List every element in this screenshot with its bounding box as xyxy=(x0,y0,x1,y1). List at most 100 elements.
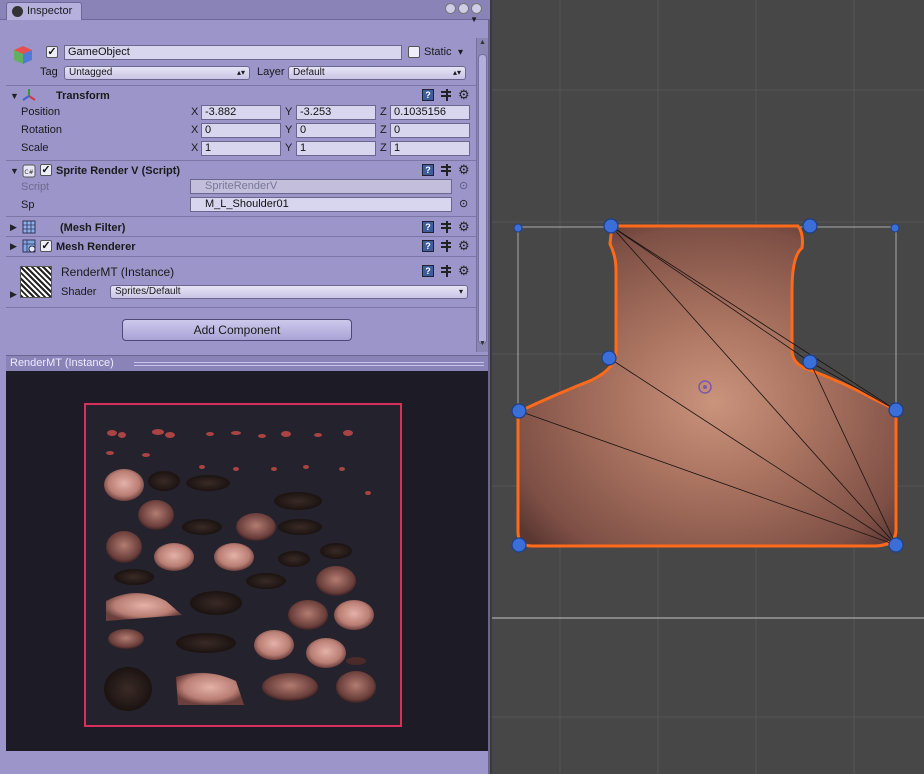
mesh-filter-foldout-icon[interactable]: ▶ xyxy=(10,222,17,233)
scale-x-input[interactable]: 1 xyxy=(201,141,281,156)
add-component-button[interactable]: Add Component xyxy=(122,319,352,341)
sprite-shoulder-mesh[interactable] xyxy=(516,224,898,548)
mesh-renderer-foldout-icon[interactable]: ▶ xyxy=(10,241,17,252)
static-dropdown-icon[interactable]: ▾ xyxy=(458,46,463,59)
script-value: SpriteRenderV xyxy=(205,180,278,192)
preset-icon[interactable] xyxy=(440,265,452,277)
divider xyxy=(6,216,476,217)
tag-label: Tag xyxy=(40,66,58,78)
rotation-label: Rotation xyxy=(21,124,62,136)
gear-icon[interactable]: ⚙ xyxy=(458,163,470,176)
tag-value: Untagged xyxy=(69,67,113,78)
divider xyxy=(6,307,476,308)
axis-x-label: X xyxy=(191,142,199,154)
mesh-filter-icon xyxy=(22,220,36,234)
rotation-x-input[interactable]: 0 xyxy=(201,123,281,138)
position-z-input[interactable]: 0.1035156 xyxy=(390,105,470,120)
vertex-handle xyxy=(603,218,619,234)
sp-object-field[interactable]: M_L_Shoulder01 xyxy=(190,197,452,212)
position-label: Position xyxy=(21,106,61,118)
layer-dropdown[interactable]: Default ▴▾ xyxy=(288,66,466,80)
info-icon xyxy=(12,6,23,17)
mesh-renderer-header-icons: ? ⚙ xyxy=(422,239,470,252)
transform-foldout-icon[interactable]: ▼ xyxy=(10,91,19,101)
material-preview xyxy=(6,371,488,751)
gear-icon[interactable]: ⚙ xyxy=(458,220,470,233)
gear-icon[interactable]: ⚙ xyxy=(458,239,470,252)
static-checkbox[interactable] xyxy=(408,46,420,58)
vertex-handle xyxy=(511,403,527,419)
axis-x-label: X xyxy=(191,124,199,136)
mesh-renderer-enabled-checkbox[interactable]: ✓ xyxy=(40,240,52,252)
tab-inspector-label: Inspector xyxy=(27,5,73,17)
help-icon[interactable]: ? xyxy=(422,164,434,176)
sprite-render-header-icons: ? ⚙ xyxy=(422,163,470,176)
divider xyxy=(6,160,476,161)
scrollbar-thumb[interactable] xyxy=(478,54,487,344)
preset-icon[interactable] xyxy=(440,221,452,233)
gear-icon[interactable]: ⚙ xyxy=(458,264,470,277)
position-y-input[interactable]: -3.253 xyxy=(296,105,376,120)
gameobject-name-input[interactable]: GameObject xyxy=(64,45,402,60)
corner-handle xyxy=(513,223,523,233)
sprite-render-foldout-icon[interactable]: ▼ xyxy=(10,166,19,176)
mesh-renderer-title: Mesh Renderer xyxy=(56,241,136,253)
rotation-z-input[interactable]: 0 xyxy=(390,123,470,138)
tab-inspector[interactable]: Inspector xyxy=(6,2,82,20)
material-foldout-icon[interactable]: ▶ xyxy=(10,289,17,300)
tab-menu-icon[interactable]: ▼ xyxy=(470,15,478,24)
script-target-icon[interactable]: ⊙ xyxy=(459,180,468,193)
vertex-handle xyxy=(511,537,527,553)
axis-y-label: Y xyxy=(285,106,293,118)
preset-icon[interactable] xyxy=(440,89,452,101)
axis-y-label: Y xyxy=(285,124,293,136)
sp-label: Sp xyxy=(21,199,35,211)
tag-dropdown[interactable]: Untagged ▴▾ xyxy=(64,66,250,80)
layer-value: Default xyxy=(293,67,325,78)
preset-icon[interactable] xyxy=(440,164,452,176)
window-button-icon[interactable] xyxy=(445,3,456,14)
window-button-icon[interactable] xyxy=(458,3,469,14)
help-icon[interactable]: ? xyxy=(422,265,434,277)
position-x-input[interactable]: -3.882 xyxy=(201,105,281,120)
scale-y-input[interactable]: 1 xyxy=(296,141,376,156)
sprite-render-enabled-checkbox[interactable]: ✓ xyxy=(40,164,52,176)
script-icon: C# xyxy=(22,164,36,178)
divider xyxy=(6,236,476,237)
preview-title: RenderMT (Instance) xyxy=(10,357,114,369)
mesh-filter-header-icons: ? ⚙ xyxy=(422,220,470,233)
axis-z-label: Z xyxy=(380,106,387,118)
help-icon[interactable]: ? xyxy=(422,221,434,233)
sp-target-icon[interactable]: ⊙ xyxy=(459,198,468,211)
dropdown-arrow-icon: ▴▾ xyxy=(236,68,245,77)
scene-view[interactable] xyxy=(492,0,924,774)
dropdown-arrow-icon: ▴▾ xyxy=(452,68,461,77)
scroll-down-icon[interactable]: ▼ xyxy=(479,340,486,347)
help-icon[interactable]: ? xyxy=(422,89,434,101)
gameobject-active-checkbox[interactable]: ✓ xyxy=(46,46,58,58)
axis-y-label: Y xyxy=(285,142,293,154)
shader-label: Shader xyxy=(61,286,97,298)
script-field: SpriteRenderV xyxy=(190,179,452,194)
atlas-sprites-image xyxy=(104,429,376,711)
preview-resize-grip[interactable] xyxy=(134,362,484,366)
material-header-icons: ? ⚙ xyxy=(422,264,470,277)
help-icon[interactable]: ? xyxy=(422,240,434,252)
scroll-up-icon[interactable]: ▲ xyxy=(479,39,486,46)
preset-icon[interactable] xyxy=(440,240,452,252)
rotation-y-input[interactable]: 0 xyxy=(296,123,376,138)
scale-z-input[interactable]: 1 xyxy=(390,141,470,156)
layer-label: Layer xyxy=(257,66,285,78)
inspector-scrollbar[interactable]: ▲ ▼ xyxy=(476,38,488,352)
inspector-panel: Inspector ▼ ✓ GameObject Static ▾ Tag Un… xyxy=(0,0,490,774)
gameobject-cube-icon xyxy=(14,46,32,64)
mesh-filter-title: (Mesh Filter) xyxy=(60,222,126,234)
mesh-renderer-icon xyxy=(22,239,36,253)
shader-dropdown[interactable]: Sprites/Default ▾ xyxy=(110,285,468,299)
transform-axes-icon xyxy=(22,89,36,101)
preview-header[interactable]: RenderMT (Instance) xyxy=(6,355,488,371)
script-label: Script xyxy=(21,181,50,193)
window-button-icon[interactable] xyxy=(471,3,482,14)
gear-icon[interactable]: ⚙ xyxy=(458,88,470,101)
scene-canvas[interactable] xyxy=(492,0,924,774)
